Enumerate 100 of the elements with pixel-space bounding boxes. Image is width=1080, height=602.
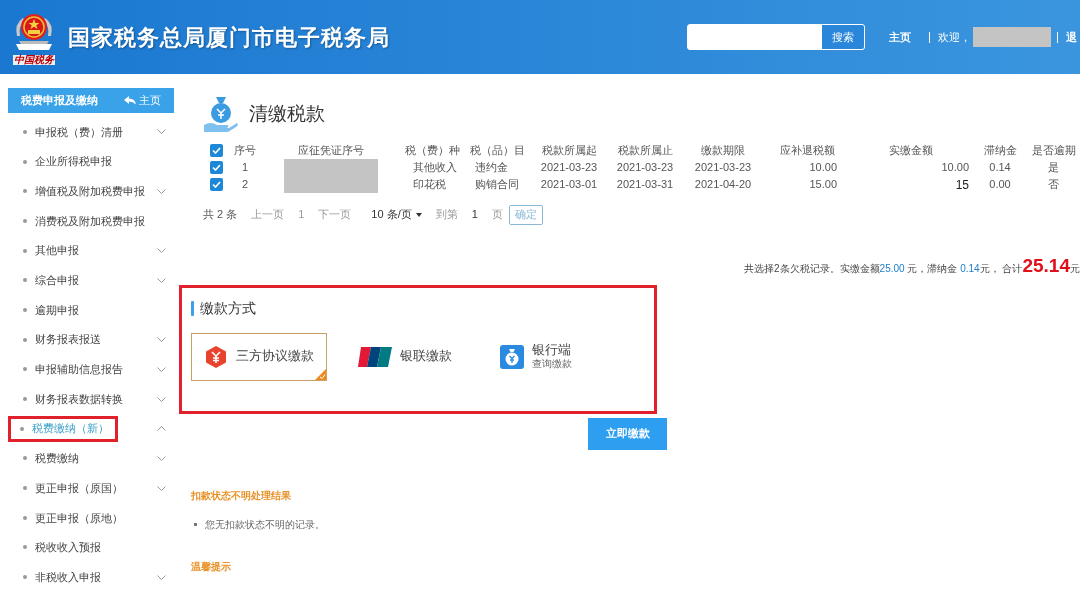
bullet-icon [23, 129, 27, 134]
column-header: 税（费）种 [403, 143, 461, 158]
column-header: 缴款期限 [700, 143, 746, 158]
table-cell-text: 2021-03-23 [693, 159, 753, 175]
column-header: 滞纳金 [982, 143, 1018, 158]
chevron-icon[interactable] [157, 574, 166, 580]
sidebar-item[interactable]: 其他申报 [14, 237, 88, 264]
sidebar-item[interactable]: 更正申报（原地） [14, 504, 132, 531]
chevron-icon[interactable] [157, 248, 166, 254]
table-cell-text: 2021-03-31 [615, 177, 675, 193]
column-header: 应征凭证序号 [297, 143, 365, 158]
back-arrow-icon [124, 96, 136, 105]
total-count: 共 2 条 [203, 207, 238, 223]
sidebar-item[interactable]: 申报税（费）清册 [14, 118, 132, 145]
checkbox[interactable] [209, 143, 223, 157]
payment-option[interactable]: 三方协议缴款 [191, 332, 327, 381]
table-cell-text: 否 [1047, 177, 1060, 193]
column-header: 税（品）目 [468, 143, 526, 158]
notice-text: 您无扣款状态不明的记录。 [205, 517, 325, 532]
section-title: 缴款方式 [200, 298, 256, 318]
goto-page-field[interactable]: 1 [471, 206, 478, 223]
site-title: 国家税务总局厦门市电子税务局 [68, 23, 390, 52]
chevron-icon[interactable] [157, 188, 166, 194]
card-logo-icon [358, 345, 392, 368]
dropdown-caret-icon [415, 212, 422, 217]
bullet-icon [23, 575, 27, 580]
column-header: 序号 [233, 143, 257, 158]
bullet-icon [20, 426, 24, 431]
sidebar-item[interactable]: 财务报表报送 [14, 326, 110, 353]
table-cell-text: 印花税 [412, 177, 447, 193]
check-corner-icon [315, 368, 326, 380]
sidebar-item[interactable]: 企业所得税申报 [14, 148, 121, 175]
logo-caption: 中国税务 [13, 54, 55, 65]
bullet-icon [23, 218, 27, 223]
column-header: 税款所属起 [540, 143, 598, 158]
bullet-icon [23, 307, 27, 312]
page-title: 清缴税款 [249, 101, 325, 126]
table-cell-text: 1 [240, 159, 250, 175]
chevron-icon[interactable] [157, 366, 166, 372]
sidebar-item[interactable]: 申报辅助信息报告 [14, 356, 132, 383]
table-cell-text: 10.00 [940, 159, 970, 175]
bullet-icon [23, 189, 27, 194]
welcome-text: 欢迎， [938, 29, 971, 45]
summary-text: 共选择2条欠税记录。实缴金额25.00 元，滞纳金 0.14元， 合计25.14元 [744, 255, 1080, 275]
table-cell-text: 2 [240, 177, 250, 193]
chevron-icon[interactable] [157, 426, 166, 432]
search-field[interactable]: 搜索 [687, 24, 865, 50]
table-cell-text: 购销合同 [474, 177, 520, 193]
table-cell-text: 2021-03-23 [539, 159, 599, 175]
bullet-icon [23, 248, 27, 253]
section-heading: 温馨提示 [191, 559, 232, 574]
sidebar-item[interactable]: 更正申报（原国） [14, 475, 132, 502]
sidebar-item[interactable]: 税收收入预报 [14, 534, 110, 561]
bullet-icon [23, 515, 27, 520]
sidebar-title: 税费申报及缴纳 [21, 93, 98, 109]
table-cell-text: 2021-03-23 [615, 159, 675, 175]
table-cell-text: 0.14 [988, 159, 1012, 175]
column-header: 是否逾期 [1030, 143, 1077, 158]
page-size-select[interactable]: 10 条/页 [371, 206, 422, 223]
bullet-icon [23, 337, 27, 342]
chevron-icon[interactable] [157, 129, 166, 135]
chevron-icon[interactable] [157, 337, 166, 343]
sidebar-item[interactable]: 财务报表数据转换 [14, 386, 132, 413]
goto-label: 到第 [435, 207, 458, 223]
checkbox[interactable] [209, 178, 223, 191]
sidebar-item[interactable]: 税费缴纳 [14, 445, 88, 472]
section-heading: 扣款状态不明处理结果 [191, 488, 292, 503]
payment-option[interactable]: 银联缴款 [327, 332, 469, 381]
table-cell-text: 15.00 [808, 177, 838, 193]
table-cell-text: 0.00 [988, 177, 1012, 193]
column-header: 实缴金额 [888, 143, 934, 158]
table-cell-text: 10.00 [808, 159, 838, 175]
sidebar-item[interactable]: 非税收入申报 [14, 564, 110, 591]
chevron-icon[interactable] [157, 485, 166, 491]
table-cell-text: 15 [954, 176, 970, 194]
bullet-icon [23, 367, 27, 372]
sidebar-item[interactable]: 增值税及附加税费申报 [14, 178, 154, 205]
bullet-icon [23, 278, 27, 283]
chevron-icon[interactable] [157, 455, 166, 461]
money-bag-icon [500, 344, 524, 369]
bullet-icon [194, 522, 197, 526]
chevron-icon[interactable] [157, 277, 166, 283]
table-cell-text: 2021-04-20 [693, 177, 753, 193]
column-header: 税款所属止 [616, 143, 674, 158]
yuan-cube-icon [204, 344, 228, 369]
bullet-icon [23, 159, 27, 164]
checkbox[interactable] [209, 160, 223, 174]
page-unit-label: 页 [491, 207, 503, 223]
table-cell-text: 其他收入 [412, 159, 458, 175]
sidebar-item[interactable]: 综合申报 [14, 267, 88, 294]
table-cell-text: 违约金 [474, 159, 509, 175]
payment-option[interactable]: 银行端 查询缴款 [469, 332, 579, 381]
table-cell-text: 2021-03-01 [539, 177, 599, 193]
sidebar-item[interactable]: 逾期申报 [14, 296, 88, 323]
sidebar-item[interactable]: 消费税及附加税费申报 [14, 207, 154, 234]
search-button[interactable]: 搜索 [822, 25, 864, 49]
accent-bar [191, 300, 194, 316]
table-cell-text: 是 [1047, 159, 1060, 175]
chevron-icon[interactable] [157, 396, 166, 402]
bullet-icon [23, 486, 27, 491]
